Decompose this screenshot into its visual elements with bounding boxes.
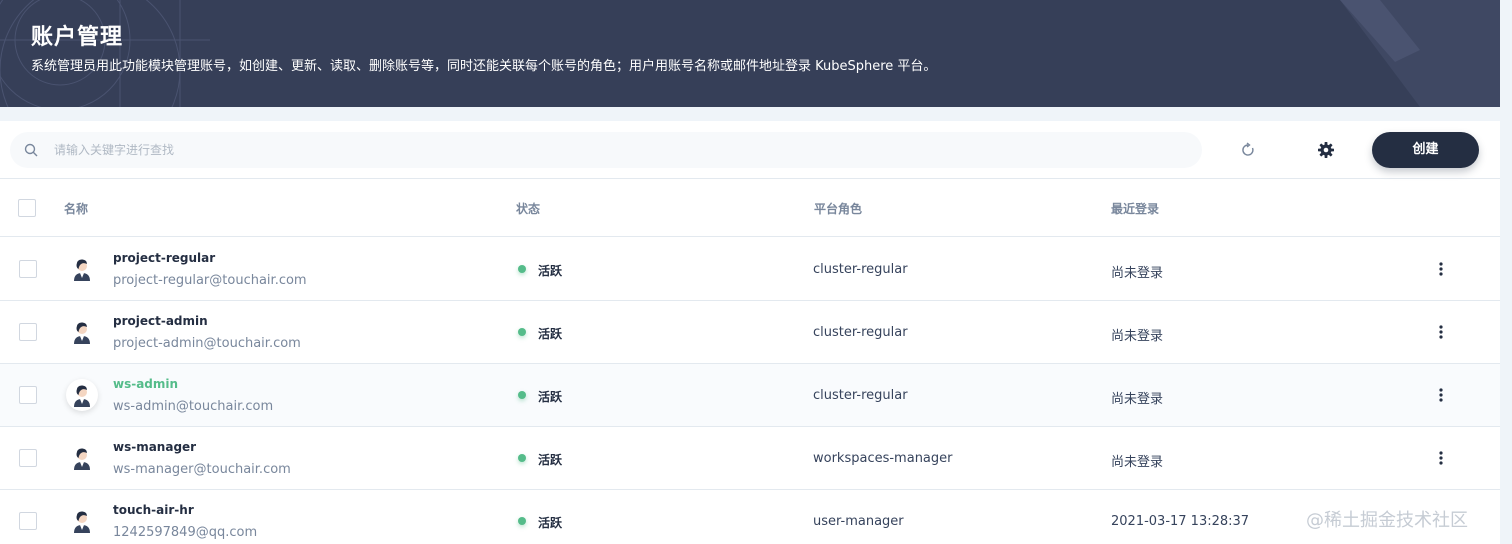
- column-header-role[interactable]: 平台角色: [814, 200, 862, 217]
- column-header-name[interactable]: 名称: [64, 200, 88, 217]
- toolbar: 创建: [0, 121, 1500, 179]
- status-text: 活跃: [538, 453, 563, 467]
- status-indicator: [518, 265, 526, 273]
- last-login: 尚未登录: [1111, 455, 1164, 470]
- status-text: 活跃: [538, 264, 563, 278]
- account-name[interactable]: ws-manager: [113, 440, 196, 454]
- table-row[interactable]: ws-manager ws-manager@touchair.com 活跃 wo…: [0, 427, 1500, 490]
- column-header-last-login[interactable]: 最近登录: [1111, 200, 1159, 217]
- status-text: 活跃: [538, 516, 563, 530]
- account-name[interactable]: ws-admin: [113, 377, 178, 391]
- create-button[interactable]: 创建: [1372, 132, 1479, 168]
- platform-role: user-manager: [813, 514, 904, 529]
- more-vertical-icon[interactable]: [1434, 323, 1448, 341]
- column-header-status[interactable]: 状态: [516, 200, 540, 217]
- more-vertical-icon[interactable]: [1434, 260, 1448, 278]
- account-email: ws-admin@touchair.com: [113, 399, 274, 414]
- last-login: 尚未登录: [1111, 329, 1164, 344]
- more-vertical-icon[interactable]: [1434, 386, 1448, 404]
- last-login: 尚未登录: [1111, 266, 1164, 281]
- page-title: 账户管理: [31, 25, 124, 50]
- refresh-icon[interactable]: [1238, 140, 1258, 160]
- account-name[interactable]: project-admin: [113, 314, 208, 328]
- banner-decoration: [0, 0, 1500, 107]
- row-checkbox[interactable]: [19, 449, 37, 467]
- status-indicator: [518, 517, 526, 525]
- avatar-icon: [66, 253, 98, 285]
- platform-role: workspaces-manager: [813, 451, 953, 466]
- platform-role: cluster-regular: [813, 388, 908, 403]
- account-email: project-admin@touchair.com: [113, 336, 301, 351]
- account-email: project-regular@touchair.com: [113, 273, 307, 288]
- avatar-icon: [66, 379, 98, 411]
- avatar-icon: [66, 505, 98, 537]
- accounts-panel: 创建 名称 状态 平台角色 最近登录 project-regular proje…: [0, 121, 1500, 544]
- last-login: 2021-03-17 13:28:37: [1111, 514, 1250, 529]
- status-text: 活跃: [538, 327, 563, 341]
- account-name[interactable]: touch-air-hr: [113, 503, 194, 517]
- status-indicator: [518, 391, 526, 399]
- account-name[interactable]: project-regular: [113, 251, 215, 265]
- gear-icon[interactable]: [1316, 140, 1336, 160]
- table-row[interactable]: project-admin project-admin@touchair.com…: [0, 301, 1500, 364]
- account-email: ws-manager@touchair.com: [113, 462, 291, 477]
- table-header: 名称 状态 平台角色 最近登录: [0, 179, 1500, 237]
- last-login: 尚未登录: [1111, 392, 1164, 407]
- page: 账户管理 系统管理员用此功能模块管理账号，如创建、更新、读取、删除账号等，同时还…: [0, 0, 1512, 544]
- platform-role: cluster-regular: [813, 325, 908, 340]
- row-checkbox[interactable]: [19, 260, 37, 278]
- select-all-checkbox[interactable]: [18, 199, 36, 217]
- page-description: 系统管理员用此功能模块管理账号，如创建、更新、读取、删除账号等，同时还能关联每个…: [31, 59, 937, 74]
- status-indicator: [518, 328, 526, 336]
- more-vertical-icon[interactable]: [1434, 449, 1448, 467]
- search-icon: [24, 143, 38, 157]
- status-text: 活跃: [538, 390, 563, 404]
- table-row[interactable]: touch-air-hr 1242597849@qq.com 活跃 user-m…: [0, 490, 1500, 544]
- platform-role: cluster-regular: [813, 262, 908, 277]
- search-input[interactable]: [54, 132, 1154, 168]
- row-checkbox[interactable]: [19, 323, 37, 341]
- account-email: 1242597849@qq.com: [113, 525, 258, 540]
- table-row[interactable]: ws-admin ws-admin@touchair.com 活跃 cluste…: [0, 364, 1500, 427]
- watermark: @稀土掘金技术社区: [1306, 510, 1468, 531]
- status-indicator: [518, 454, 526, 462]
- table-row[interactable]: project-regular project-regular@touchair…: [0, 238, 1500, 301]
- row-checkbox[interactable]: [19, 512, 37, 530]
- row-checkbox[interactable]: [19, 386, 37, 404]
- avatar-icon: [66, 316, 98, 348]
- page-banner: 账户管理 系统管理员用此功能模块管理账号，如创建、更新、读取、删除账号等，同时还…: [0, 0, 1500, 107]
- avatar-icon: [66, 442, 98, 474]
- search-box[interactable]: [10, 132, 1202, 168]
